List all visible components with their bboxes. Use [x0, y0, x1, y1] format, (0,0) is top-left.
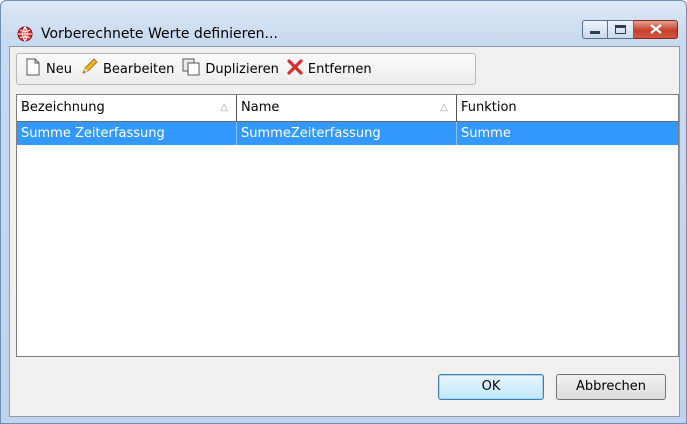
close-button[interactable]	[634, 20, 678, 39]
new-button[interactable]: Neu	[21, 56, 76, 82]
toolbar: Neu Bearbeiten Duplizieren Entfernen	[16, 53, 476, 85]
minimize-button[interactable]	[582, 20, 608, 39]
minimize-icon	[590, 23, 600, 37]
maximize-button[interactable]	[608, 20, 634, 39]
column-label: Name	[241, 100, 280, 115]
maximize-icon	[615, 23, 626, 37]
cell-bezeichnung: Summe Zeiterfassung	[17, 122, 237, 145]
globe-icon	[17, 26, 33, 42]
remove-button[interactable]: Entfernen	[283, 56, 376, 82]
sort-triangle-icon: △	[440, 102, 448, 113]
close-icon	[649, 23, 662, 37]
new-button-label: Neu	[46, 61, 72, 77]
dialog-content: Neu Bearbeiten Duplizieren Entfernen Bez…	[9, 46, 680, 417]
column-header-name[interactable]: Name △	[237, 95, 457, 121]
table-header: Bezeichnung △ Name △ Funktion	[17, 95, 678, 122]
duplicate-icon	[182, 58, 205, 80]
edit-button-label: Bearbeiten	[102, 61, 175, 77]
duplicate-button[interactable]: Duplizieren	[178, 56, 282, 82]
column-label: Funktion	[461, 100, 517, 115]
pencil-icon	[80, 58, 103, 80]
delete-x-icon	[287, 59, 308, 79]
remove-button-label: Entfernen	[307, 61, 372, 77]
column-header-bezeichnung[interactable]: Bezeichnung △	[17, 95, 237, 121]
new-document-icon	[25, 58, 46, 80]
table-row[interactable]: Summe Zeiterfassung SummeZeiterfassung S…	[17, 122, 678, 145]
cell-funktion: Summe	[461, 126, 511, 141]
values-table: Bezeichnung △ Name △ Funktion Summe Zeit…	[16, 94, 679, 357]
dialog-window: Vorberechnete Werte definieren... Neu Be…	[0, 0, 687, 424]
sort-triangle-icon: △	[220, 102, 228, 113]
ok-button[interactable]: OK	[438, 374, 544, 400]
edit-button[interactable]: Bearbeiten	[76, 56, 178, 82]
duplicate-button-label: Duplizieren	[205, 61, 279, 77]
column-header-funktion[interactable]: Funktion	[457, 95, 678, 121]
cell-name: SummeZeiterfassung	[237, 122, 457, 145]
window-title: Vorberechnete Werte definieren...	[41, 26, 278, 42]
column-label: Bezeichnung	[21, 100, 105, 115]
title-bar[interactable]: Vorberechnete Werte definieren...	[1, 1, 686, 43]
window-controls	[582, 20, 678, 40]
cancel-button[interactable]: Abbrechen	[556, 374, 666, 400]
